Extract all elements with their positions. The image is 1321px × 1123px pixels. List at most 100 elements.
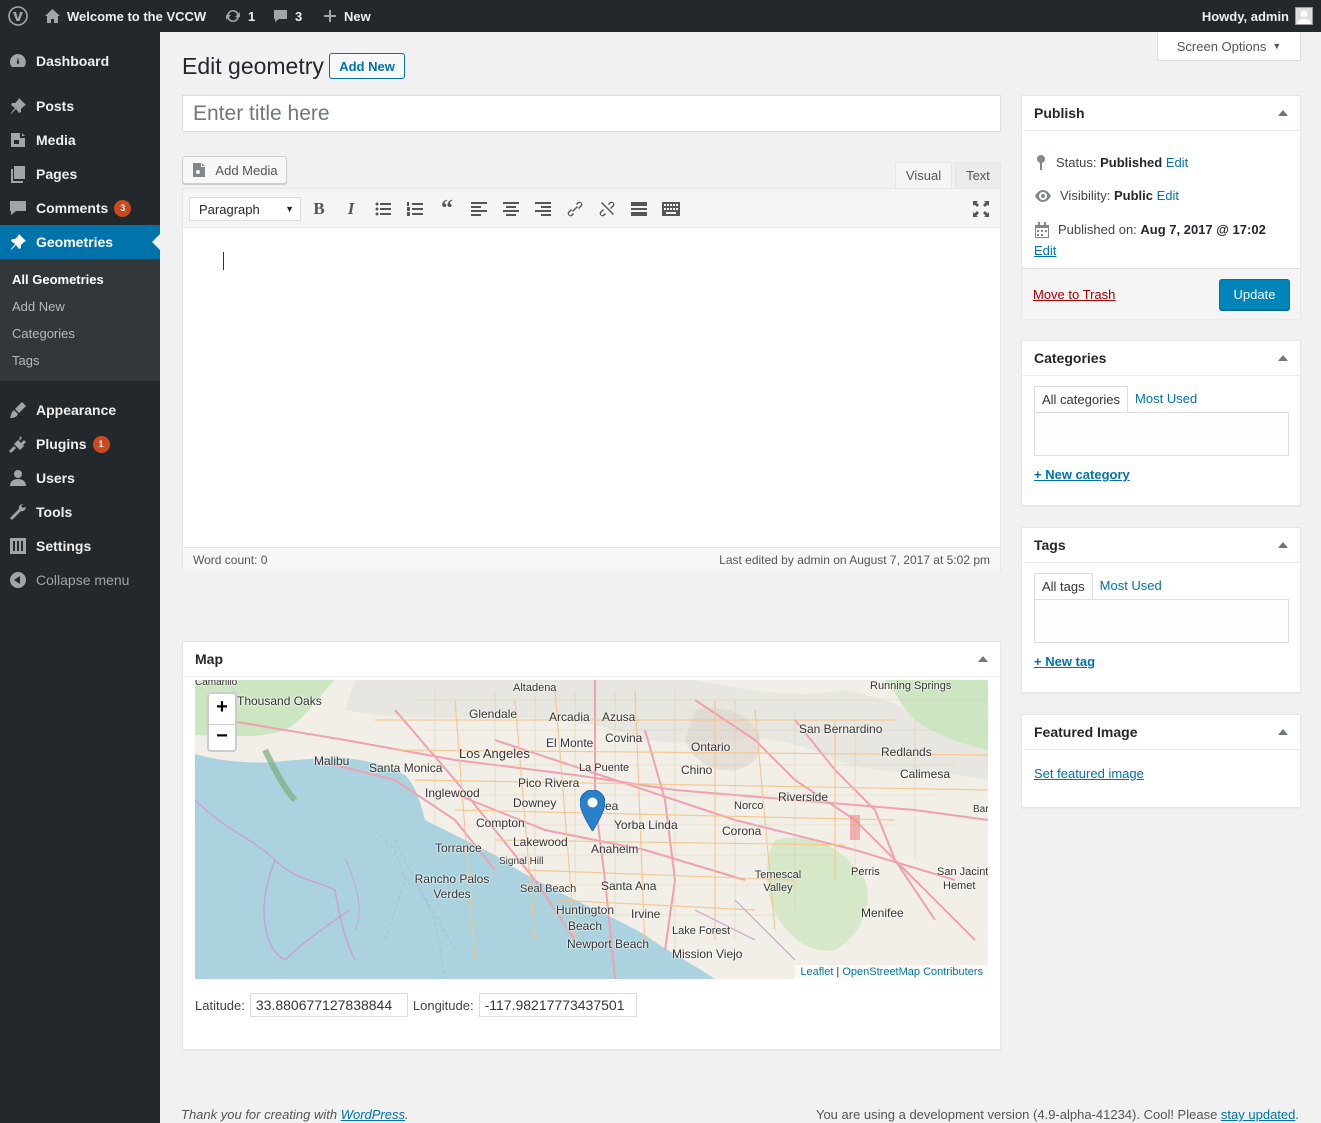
leaflet-link[interactable]: Leaflet — [800, 966, 833, 978]
collapse-menu-button[interactable]: Collapse menu — [0, 563, 160, 597]
menu-comments[interactable]: Comments 3 — [0, 191, 160, 225]
format-select[interactable]: Paragraph ▼ — [189, 197, 301, 221]
map-label: Compton — [476, 816, 525, 830]
unlink-icon[interactable] — [595, 197, 619, 221]
map-label: Thousand Oaks — [237, 694, 322, 708]
menu-appearance[interactable]: Appearance — [0, 393, 160, 427]
set-featured-image-link[interactable]: Set featured image — [1034, 766, 1144, 781]
menu-dashboard[interactable]: Dashboard — [0, 44, 160, 78]
new-category-link[interactable]: + New category — [1034, 467, 1130, 482]
menu-tools[interactable]: Tools — [0, 495, 160, 529]
zoom-in-button[interactable]: + — [209, 696, 235, 719]
new-content-link[interactable]: New — [322, 0, 371, 32]
bulleted-list-icon[interactable] — [371, 197, 395, 221]
map-marker-icon[interactable] — [579, 789, 606, 834]
dashboard-icon — [0, 51, 36, 71]
latitude-input[interactable]: 33.880677127838844 — [249, 993, 408, 1017]
map-label: Altadena — [513, 682, 557, 694]
menu-media[interactable]: Media — [0, 123, 160, 157]
map-label: Camarillo — [195, 680, 238, 688]
publish-header[interactable]: Publish — [1022, 96, 1300, 131]
bold-icon[interactable]: B — [307, 197, 331, 221]
menu-label: Plugins — [36, 436, 87, 452]
link-icon[interactable] — [563, 197, 587, 221]
map-label: Norco — [734, 800, 764, 812]
submenu-all-geometries[interactable]: All Geometries — [12, 272, 104, 287]
tab-visual[interactable]: Visual — [895, 162, 952, 189]
site-name-link[interactable]: Welcome to the VCCW — [44, 0, 206, 32]
categories-checklist — [1034, 412, 1289, 456]
leaflet-map[interactable]: Thousand Oaks Altadena Running Springs G… — [195, 680, 988, 979]
read-more-icon[interactable] — [627, 197, 651, 221]
map-label: Bar — [973, 804, 988, 815]
edit-visibility-link[interactable]: Edit — [1157, 188, 1179, 203]
italic-icon[interactable]: I — [339, 197, 363, 221]
footer-thanks-text: Thank you for creating with — [181, 1107, 341, 1122]
menu-settings[interactable]: Settings — [0, 529, 160, 563]
longitude-input[interactable]: -117.98217773437501 — [478, 993, 637, 1017]
tags-header[interactable]: Tags — [1022, 528, 1300, 563]
update-button[interactable]: Update — [1219, 279, 1290, 310]
map-label: Ontario — [691, 740, 731, 754]
align-left-icon[interactable] — [467, 197, 491, 221]
tab-all-categories[interactable]: All categories — [1034, 386, 1129, 413]
map-metabox-header[interactable]: Map — [183, 642, 1000, 677]
submenu-add-new[interactable]: Add New — [12, 299, 65, 314]
map-label: Chino — [681, 763, 713, 777]
collapse-arrow-icon[interactable] — [1278, 110, 1288, 116]
osm-link[interactable]: OpenStreetMap Contributers — [842, 966, 983, 978]
collapse-arrow-icon[interactable] — [1278, 355, 1288, 361]
map-label: Covina — [605, 731, 643, 745]
publish-heading: Publish — [1034, 105, 1085, 121]
add-media-button[interactable]: Add Media — [182, 156, 287, 184]
numbered-list-icon[interactable] — [403, 197, 427, 221]
menu-posts[interactable]: Posts — [0, 89, 160, 123]
edit-status-link[interactable]: Edit — [1166, 155, 1188, 170]
menu-pages[interactable]: Pages — [0, 157, 160, 191]
zoom-out-button[interactable]: − — [209, 723, 235, 748]
categories-header[interactable]: Categories — [1022, 341, 1300, 376]
menu-plugins[interactable]: Plugins 1 — [0, 427, 160, 461]
collapse-arrow-icon[interactable] — [1278, 729, 1288, 735]
blockquote-icon[interactable]: “ — [435, 196, 459, 222]
comments-link[interactable]: 3 — [272, 0, 302, 32]
edit-date-link[interactable]: Edit — [1034, 243, 1056, 258]
screen-options-button[interactable]: Screen Options ▼ — [1157, 32, 1301, 61]
tab-most-used[interactable]: Most Used — [1128, 386, 1204, 413]
text-cursor — [223, 252, 224, 270]
my-account[interactable]: Howdy, admin — [1202, 0, 1313, 32]
wordpress-link[interactable]: WordPress — [341, 1107, 405, 1122]
caret-down-icon: ▼ — [285, 204, 294, 214]
map-heading: Map — [195, 651, 223, 667]
collapse-arrow-icon[interactable] — [1278, 542, 1288, 548]
map-label: Perris — [851, 866, 880, 878]
collapse-arrow-icon[interactable] — [978, 656, 988, 662]
submenu-categories[interactable]: Categories — [12, 326, 75, 341]
updates-link[interactable]: 1 — [224, 0, 255, 32]
settings-icon — [0, 536, 36, 556]
move-to-trash-link[interactable]: Move to Trash — [1033, 287, 1115, 302]
tags-tabs: All tags Most Used — [1034, 573, 1169, 600]
submenu-tags[interactable]: Tags — [12, 353, 39, 368]
toolbar-toggle-icon[interactable] — [659, 197, 683, 221]
align-right-icon[interactable] — [531, 197, 555, 221]
tab-all-tags[interactable]: All tags — [1034, 573, 1093, 600]
new-tag-link[interactable]: + New tag — [1034, 654, 1095, 669]
categories-tabs: All categories Most Used — [1034, 386, 1204, 413]
tab-text[interactable]: Text — [955, 162, 1001, 189]
tab-most-used[interactable]: Most Used — [1093, 573, 1169, 600]
title-input[interactable]: Enter title here — [182, 95, 1001, 132]
status-label: Status: — [1056, 154, 1097, 170]
wordpress-logo-icon[interactable] — [8, 0, 28, 32]
word-count: Word count: 0 — [193, 552, 268, 567]
stay-updated-link[interactable]: stay updated — [1221, 1107, 1295, 1122]
featured-image-header[interactable]: Featured Image — [1022, 715, 1300, 750]
menu-geometries[interactable]: Geometries — [0, 225, 160, 259]
refresh-icon — [226, 9, 240, 23]
comments-badge: 3 — [114, 199, 132, 217]
align-center-icon[interactable] — [499, 197, 523, 221]
menu-users[interactable]: Users — [0, 461, 160, 495]
map-label: Menifee — [861, 906, 904, 920]
fullscreen-icon[interactable] — [969, 197, 993, 221]
add-new-button[interactable]: Add New — [329, 53, 405, 79]
